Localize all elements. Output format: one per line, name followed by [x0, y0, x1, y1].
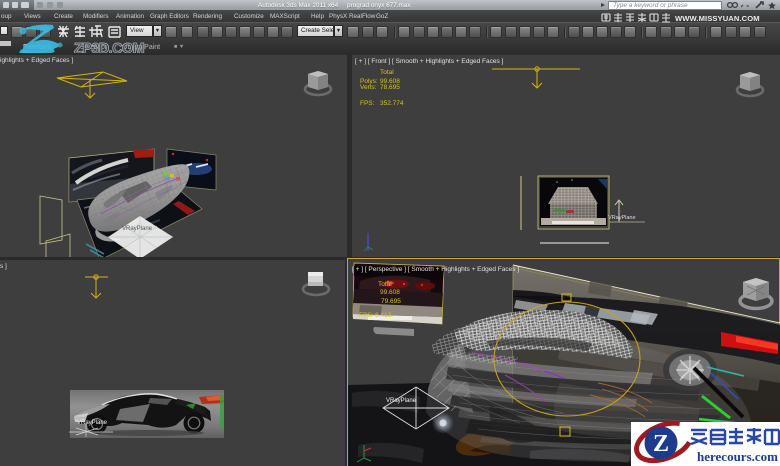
svg-text:99.608: 99.608	[380, 289, 400, 296]
svg-text:78.695: 78.695	[380, 84, 400, 91]
svg-text:352.774: 352.774	[380, 100, 404, 107]
svg-text:Z: Z	[653, 431, 669, 457]
svg-text:ighlights + Edged Faces ]: ighlights + Edged Faces ]	[0, 57, 73, 64]
svg-text:WWW.MISSYUAN.COM: WWW.MISSYUAN.COM	[675, 14, 760, 23]
svg-text:79.695: 79.695	[381, 298, 401, 305]
svg-text:herecours.com: herecours.com	[697, 449, 778, 464]
svg-text:VRayPlane: VRayPlane	[386, 398, 417, 404]
svg-text:VRayPlane: VRayPlane	[122, 226, 153, 232]
svg-text:FPS:: FPS:	[360, 100, 375, 107]
svg-text:Verts:: Verts:	[360, 84, 377, 91]
svg-text:FPS:: FPS:	[359, 312, 374, 319]
svg-text:[ + ] [ Perspective ] [ Smooth: [ + ] [ Perspective ] [ Smooth + Highlig…	[352, 266, 519, 273]
svg-text:s ]: s ]	[0, 263, 7, 270]
svg-text:VRayPlane: VRayPlane	[608, 215, 636, 221]
svg-text:6.413: 6.413	[375, 312, 392, 319]
svg-text:VRayPlane: VRayPlane	[77, 420, 108, 426]
svg-text:[ + ] [ Front ] [ Smooth + Hig: [ + ] [ Front ] [ Smooth + Highlights + …	[355, 58, 504, 65]
svg-text:Total: Total	[378, 281, 392, 288]
svg-text:Total: Total	[380, 69, 394, 76]
